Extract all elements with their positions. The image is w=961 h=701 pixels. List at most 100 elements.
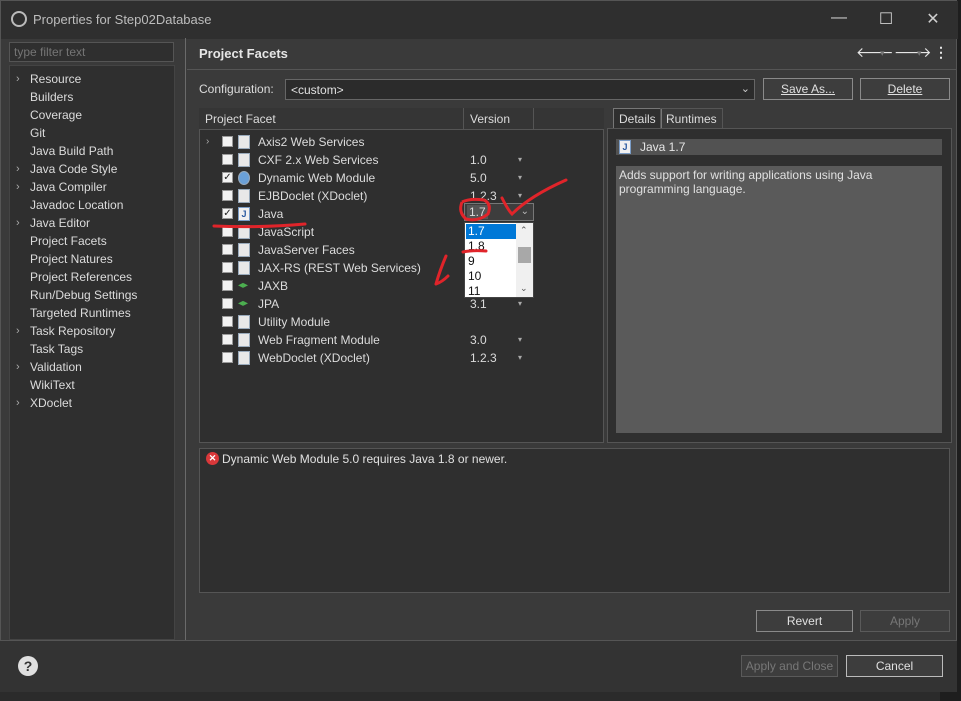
save-as-label: Save As... — [780, 82, 836, 96]
table-row[interactable]: Utility Module — [200, 313, 600, 331]
chevron-right-icon[interactable]: › — [16, 70, 20, 88]
sidebar-item[interactable]: › Validation — [10, 358, 170, 376]
sidebar-item[interactable]: › Java Editor — [10, 214, 170, 232]
facet-checkbox[interactable] — [222, 334, 233, 345]
facet-checkbox[interactable] — [222, 154, 233, 165]
sidebar-item[interactable]: Task Tags — [10, 340, 170, 358]
facet-checkbox[interactable] — [222, 262, 233, 273]
table-row[interactable]: ◂▸ JAXB — [200, 277, 600, 295]
chevron-right-icon[interactable]: › — [16, 178, 20, 196]
facet-checkbox[interactable] — [222, 136, 233, 147]
version-combo[interactable]: 1.7 ⌄ — [464, 203, 534, 221]
tab-runtimes[interactable]: Runtimes — [660, 108, 723, 129]
table-row[interactable]: Web Fragment Module 3.0 ▾ — [200, 331, 600, 349]
table-row[interactable]: › Axis2 Web Services — [200, 133, 600, 151]
table-row[interactable]: WebDoclet (XDoclet) 1.2.3 ▾ — [200, 349, 600, 367]
chevron-right-icon[interactable]: › — [16, 214, 20, 232]
version-option[interactable]: 10 — [466, 269, 518, 284]
version-option[interactable]: 1.7 — [466, 224, 518, 239]
chevron-right-icon[interactable]: › — [16, 358, 20, 376]
maximize-button[interactable]: ☐ — [871, 9, 901, 29]
version-option[interactable]: 1.8 — [466, 239, 518, 254]
chevron-right-icon[interactable]: › — [16, 394, 20, 412]
facet-checkbox[interactable] — [222, 244, 233, 255]
chevron-right-icon[interactable]: › — [206, 133, 209, 151]
chevron-down-icon[interactable]: ▾ — [518, 349, 522, 367]
document-icon — [238, 243, 250, 257]
sidebar-item[interactable]: › Task Repository — [10, 322, 170, 340]
title-bar[interactable]: Properties for Step02Database — ☐ ✕ — [1, 1, 958, 39]
sidebar-item[interactable]: › Java Code Style — [10, 160, 170, 178]
scroll-down-icon[interactable]: ⌄ — [520, 283, 528, 294]
table-row[interactable]: ✓ J Java — [200, 205, 600, 223]
forward-arrow-icon[interactable]: 🡒 — [894, 44, 932, 61]
facet-version[interactable]: 5.0 — [470, 169, 487, 187]
facet-name: JavaServer Faces — [258, 243, 355, 257]
back-arrow-icon[interactable]: 🡐 — [856, 44, 894, 61]
sidebar-item[interactable]: Project Facets — [10, 232, 170, 250]
apply-button[interactable]: Apply — [860, 610, 950, 632]
column-header-facet[interactable]: Project Facet — [199, 108, 464, 130]
table-row[interactable]: EJBDoclet (XDoclet) 1.2.3 ▾ — [200, 187, 600, 205]
version-option[interactable]: 9 — [466, 254, 518, 269]
tab-details[interactable]: Details — [613, 108, 662, 129]
cancel-button[interactable]: Cancel — [846, 655, 943, 677]
version-option[interactable]: 11 — [466, 284, 518, 299]
delete-button[interactable]: Delete — [860, 78, 950, 100]
chevron-right-icon[interactable]: › — [16, 160, 20, 178]
chevron-down-icon[interactable]: ▾ — [518, 151, 522, 169]
minimize-button[interactable]: — — [824, 9, 854, 27]
forward-menu-chevron-icon[interactable]: ▾ — [917, 48, 922, 59]
facet-checkbox[interactable] — [222, 316, 233, 327]
page-title: Project Facets — [199, 46, 288, 61]
table-row[interactable]: JAX-RS (REST Web Services) — [200, 259, 600, 277]
sidebar-item[interactable]: Javadoc Location — [10, 196, 170, 214]
sidebar-item[interactable]: Builders — [10, 88, 170, 106]
sidebar-item[interactable]: › Resource — [10, 70, 170, 88]
column-header-version[interactable]: Version — [464, 108, 534, 130]
chevron-down-icon[interactable]: ▾ — [518, 169, 522, 187]
sidebar-item[interactable]: Coverage — [10, 106, 170, 124]
filter-input[interactable] — [9, 42, 174, 62]
facet-checkbox[interactable] — [222, 298, 233, 309]
close-button[interactable]: ✕ — [918, 9, 948, 29]
sidebar-item-label: Java Compiler — [30, 180, 107, 194]
sidebar-item[interactable]: Java Build Path — [10, 142, 170, 160]
help-icon[interactable]: ? — [18, 656, 38, 676]
sidebar-item[interactable]: Run/Debug Settings — [10, 286, 170, 304]
facet-checkbox[interactable] — [222, 190, 233, 201]
document-icon — [238, 315, 250, 329]
dropdown-scrollbar[interactable]: ⌃ ⌄ — [516, 223, 533, 297]
sidebar-item[interactable]: Git — [10, 124, 170, 142]
table-row[interactable]: ✓ Dynamic Web Module 5.0 ▾ — [200, 169, 600, 187]
sidebar-item[interactable]: Targeted Runtimes — [10, 304, 170, 322]
facet-checkbox[interactable]: ✓ — [222, 172, 233, 183]
table-row[interactable]: JavaScript — [200, 223, 600, 241]
facet-version[interactable]: 3.0 — [470, 331, 487, 349]
apply-and-close-button[interactable]: Apply and Close — [741, 655, 838, 677]
configuration-select[interactable]: <custom> ⌄ — [285, 79, 755, 100]
scrollbar-thumb[interactable] — [518, 247, 531, 263]
sidebar-item[interactable]: WikiText — [10, 376, 170, 394]
facet-checkbox[interactable] — [222, 280, 233, 291]
facet-checkbox[interactable]: ✓ — [222, 208, 233, 219]
facet-checkbox[interactable] — [222, 226, 233, 237]
facet-checkbox[interactable] — [222, 352, 233, 363]
back-menu-chevron-icon[interactable]: ▾ — [880, 48, 885, 59]
panel-divider[interactable] — [185, 38, 186, 640]
view-menu-icon[interactable]: ⋮ — [934, 44, 948, 61]
sidebar-item[interactable]: Project Natures — [10, 250, 170, 268]
facet-version[interactable]: 1.0 — [470, 151, 487, 169]
table-row[interactable]: CXF 2.x Web Services 1.0 ▾ — [200, 151, 600, 169]
save-as-button[interactable]: Save As... — [763, 78, 853, 100]
sidebar-item[interactable]: Project References — [10, 268, 170, 286]
chevron-down-icon[interactable]: ▾ — [518, 331, 522, 349]
facet-version[interactable]: 1.2.3 — [470, 349, 497, 367]
sidebar-item[interactable]: › XDoclet — [10, 394, 170, 412]
scroll-up-icon[interactable]: ⌃ — [520, 225, 528, 236]
chevron-right-icon[interactable]: › — [16, 322, 20, 340]
sidebar-item[interactable]: › Java Compiler — [10, 178, 170, 196]
table-row[interactable]: ◂▸ JPA 3.1 ▾ — [200, 295, 600, 313]
table-row[interactable]: JavaServer Faces — [200, 241, 600, 259]
revert-button[interactable]: Revert — [756, 610, 853, 632]
